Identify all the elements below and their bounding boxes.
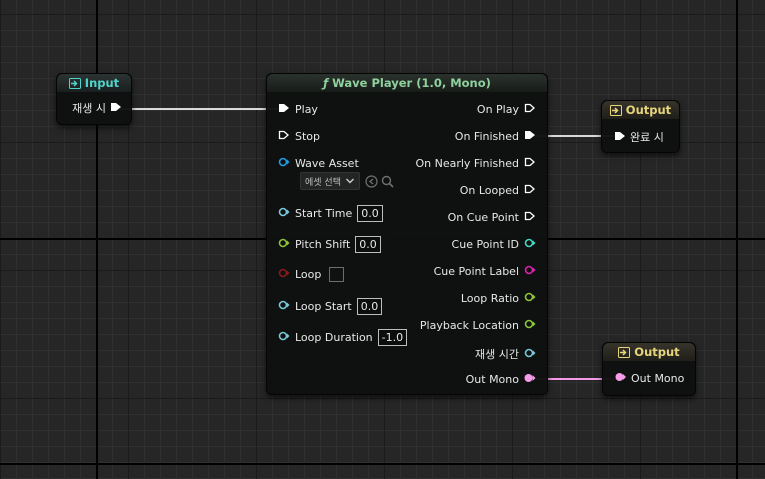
exec-output-pin[interactable]	[110, 102, 121, 115]
play-exec-pin[interactable]	[278, 103, 290, 116]
out-mono-label: Out Mono	[465, 373, 519, 386]
on-finished-label: On Finished	[454, 130, 519, 143]
wave-player-node[interactable]: ƒ Wave Player (1.0, Mono) Play Stop Wave…	[266, 73, 548, 395]
start-time-label: Start Time	[295, 207, 353, 220]
loop-ratio-label: Loop Ratio	[460, 292, 519, 305]
output-row-on-finished: On Finished	[455, 130, 536, 143]
loop-start-label: Loop Start	[295, 300, 352, 313]
playback-location-label: Playback Location	[419, 319, 519, 332]
output-row-on-play: On Play	[477, 103, 536, 116]
loop-duration-label: Loop Duration	[295, 331, 373, 344]
asset-select-text: 에셋 선택	[305, 177, 341, 188]
stop-label: Stop	[295, 130, 321, 143]
output-row-on-nearly-finished: On Nearly Finished	[415, 157, 536, 170]
on-looped-exec-pin[interactable]	[524, 184, 536, 197]
exec-input-pin[interactable]	[614, 131, 625, 144]
input-row-stop: Stop	[278, 130, 320, 143]
output-row-loop-ratio: Loop Ratio	[461, 292, 536, 305]
search-icon[interactable]	[381, 175, 394, 188]
pitch-shift-input[interactable]: 0.0	[355, 236, 381, 253]
input-node-title: Input	[84, 76, 120, 90]
input-row-loop: Loop	[278, 267, 345, 282]
output-node-header[interactable]: Output	[603, 343, 695, 361]
input-row-pitch-shift: Pitch Shift 0.0	[278, 236, 381, 253]
playback-time-label: 재생 시간	[475, 348, 519, 361]
input-row-loop-start: Loop Start 0.0	[278, 298, 383, 315]
output-node-title: Output	[634, 345, 680, 359]
pitch-shift-label: Pitch Shift	[295, 238, 351, 251]
stop-exec-pin[interactable]	[278, 130, 290, 143]
input-row-loop-duration: Loop Duration -1.0	[278, 329, 408, 346]
loop-ratio-pin[interactable]	[524, 292, 536, 305]
start-time-pin[interactable]	[278, 207, 290, 220]
on-looped-label: On Looped	[459, 184, 519, 197]
output-row-out-mono: Out Mono	[466, 373, 536, 386]
output-row-on-looped: On Looped	[460, 184, 536, 197]
browse-arrow-icon[interactable]	[365, 174, 378, 188]
loop-duration-input[interactable]: -1.0	[377, 329, 408, 346]
loop-label: Loop	[295, 268, 322, 281]
input-icon	[68, 77, 81, 89]
input-node-header[interactable]: Input	[57, 74, 131, 92]
on-nearly-finished-label: On Nearly Finished	[415, 157, 519, 170]
input-pin-label: 재생 시	[72, 102, 106, 115]
output-row-playback-time: 재생 시간	[475, 346, 536, 362]
chevron-down-icon	[345, 178, 354, 184]
output-node-on-finished[interactable]: Output 완료 시	[601, 100, 680, 153]
audio-input-pin[interactable]	[615, 372, 626, 385]
output-pin-label: Out Mono	[631, 372, 685, 385]
wave-player-header[interactable]: ƒ Wave Player (1.0, Mono)	[267, 74, 547, 92]
output-icon	[609, 104, 622, 116]
playback-time-pin[interactable]	[524, 348, 536, 361]
input-row-wave-asset: Wave Asset	[278, 157, 359, 170]
cue-point-id-pin[interactable]	[524, 238, 536, 251]
output-row-on-cue-point: On Cue Point	[448, 211, 536, 224]
loop-start-input[interactable]: 0.0	[356, 298, 383, 315]
on-play-exec-pin[interactable]	[524, 103, 536, 116]
cue-point-label-label: Cue Point Label	[433, 265, 519, 278]
loop-pin[interactable]	[278, 268, 290, 281]
wave-asset-picker: 에셋 선택	[300, 172, 394, 190]
on-finished-exec-pin[interactable]	[524, 130, 536, 143]
play-label: Play	[295, 103, 318, 116]
output-row-cue-point-label: Cue Point Label	[434, 265, 536, 278]
output-pin-label: 완료 시	[630, 131, 664, 144]
loop-duration-pin[interactable]	[278, 331, 290, 344]
on-nearly-finished-exec-pin[interactable]	[524, 157, 536, 170]
out-mono-pin[interactable]	[524, 373, 536, 386]
function-icon: ƒ	[323, 76, 329, 90]
wave-asset-label: Wave Asset	[295, 157, 359, 170]
cue-point-id-label: Cue Point ID	[451, 238, 519, 251]
asset-select-dropdown[interactable]: 에셋 선택	[300, 172, 360, 190]
loop-checkbox[interactable]	[329, 267, 345, 282]
output-row-playback-location: Playback Location	[420, 319, 536, 332]
cue-point-label-pin[interactable]	[524, 265, 536, 278]
on-cue-point-exec-pin[interactable]	[524, 211, 536, 224]
on-cue-point-label: On Cue Point	[447, 211, 519, 224]
output-icon	[618, 346, 631, 358]
input-row-start-time: Start Time 0.0	[278, 205, 383, 222]
start-time-input[interactable]: 0.0	[357, 205, 383, 222]
input-node[interactable]: Input 재생 시	[56, 73, 132, 125]
wave-asset-pin[interactable]	[278, 157, 290, 170]
output-node-title: Output	[625, 103, 672, 117]
pitch-shift-pin[interactable]	[278, 238, 290, 251]
output-node-header[interactable]: Output	[602, 101, 679, 119]
on-play-label: On Play	[476, 103, 519, 116]
wave-player-title: Wave Player (1.0, Mono)	[332, 76, 491, 90]
input-row-play: Play	[278, 103, 318, 116]
loop-start-pin[interactable]	[278, 300, 290, 313]
playback-location-pin[interactable]	[524, 319, 536, 332]
output-row-cue-point-id: Cue Point ID	[452, 238, 536, 251]
output-node-out-mono[interactable]: Output Out Mono	[602, 342, 696, 396]
